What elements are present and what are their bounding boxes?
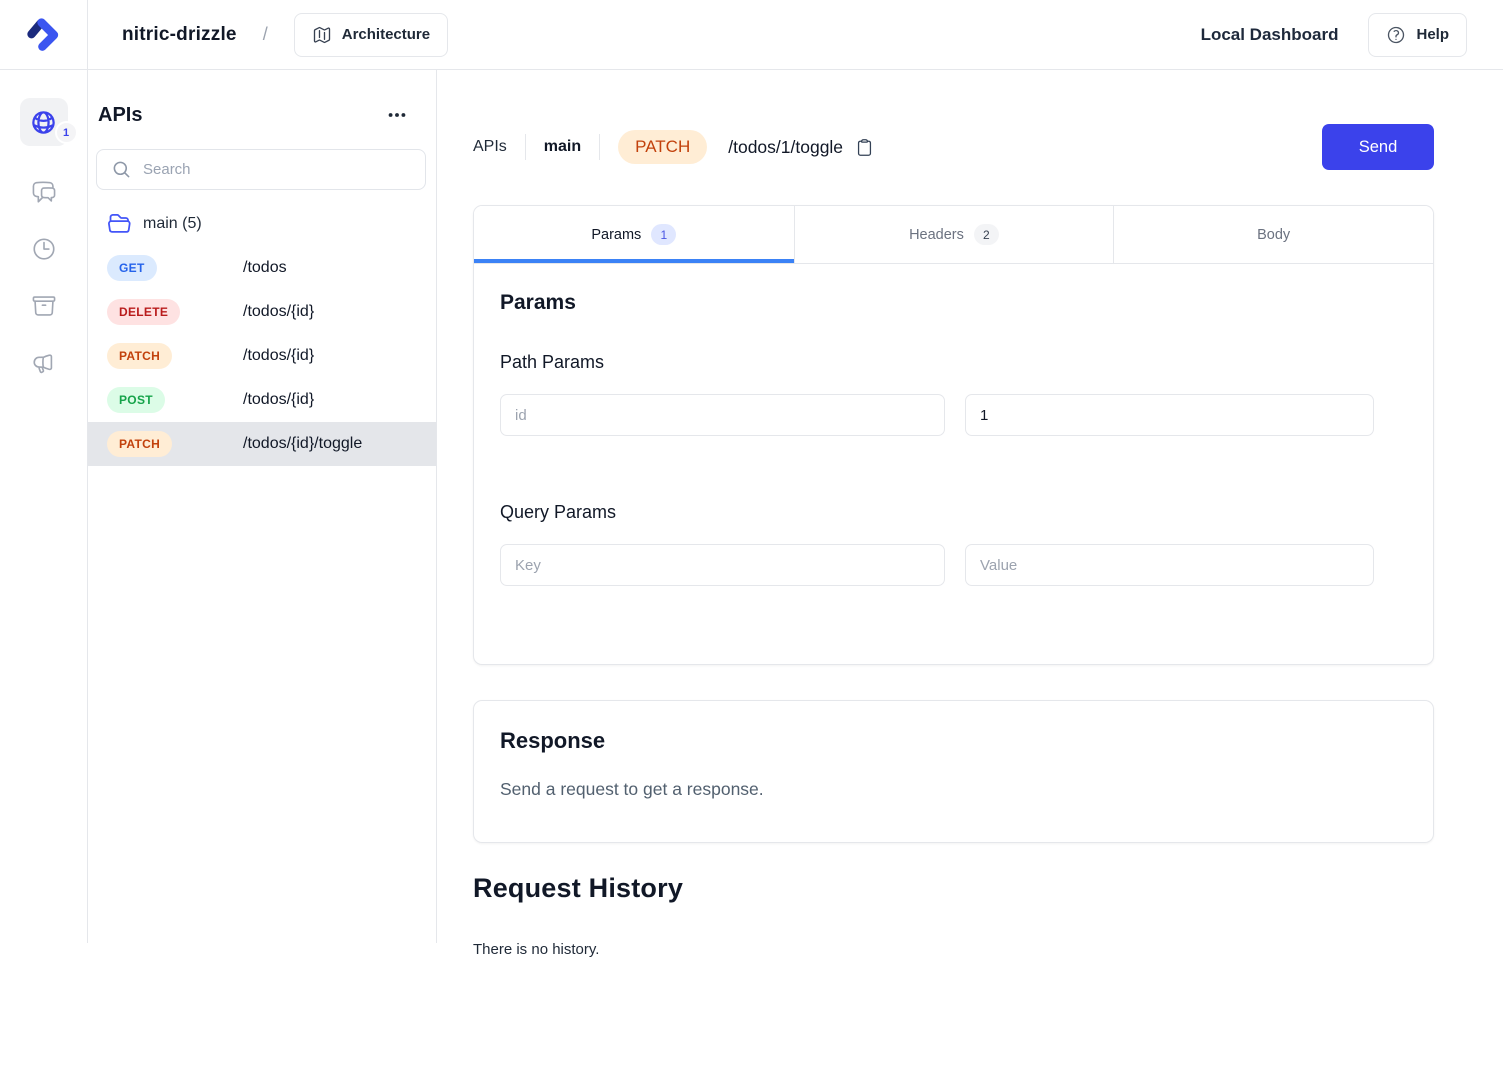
route-item[interactable]: DELETE /todos/{id} [88, 290, 436, 334]
response-card: Response Send a request to get a respons… [473, 700, 1434, 843]
architecture-label: Architecture [342, 26, 430, 43]
tab-headers[interactable]: Headers 2 [794, 206, 1114, 263]
chat-bubbles-icon [31, 179, 57, 205]
help-button[interactable]: Help [1368, 13, 1467, 57]
route-path: /todos/{id} [243, 303, 314, 321]
clock-icon [31, 236, 57, 262]
route-item[interactable]: PATCH /todos/{id} [88, 334, 436, 378]
rail-item-schedules[interactable] [20, 225, 68, 273]
nitric-logo-icon [24, 15, 64, 55]
method-badge: POST [107, 387, 165, 413]
api-folder-main[interactable]: main (5) [88, 207, 436, 246]
rail-item-chat[interactable] [20, 168, 68, 216]
params-count-badge: 1 [651, 224, 676, 245]
breadcrumb-api-name: main [544, 138, 581, 156]
divider [525, 134, 526, 160]
path-params-title: Path Params [500, 352, 1407, 373]
params-section-title: Params [500, 291, 1407, 315]
local-dashboard-title: Local Dashboard [1201, 25, 1339, 45]
route-item[interactable]: GET /todos [88, 246, 436, 290]
clipboard-icon [855, 137, 874, 158]
route-item-selected[interactable]: PATCH /todos/{id}/toggle [88, 422, 436, 466]
folder-label: main (5) [143, 215, 202, 233]
query-params-title: Query Params [500, 502, 1407, 523]
method-badge: PATCH [107, 431, 172, 457]
rail-item-apis[interactable]: 1 [20, 98, 68, 146]
apis-sidebar: APIs main (5) GET [88, 70, 437, 943]
path-param-value-input[interactable] [965, 394, 1374, 436]
request-method-badge: PATCH [618, 130, 707, 164]
request-bar: APIs main PATCH /todos/1/toggle Send [473, 124, 1434, 170]
history-empty-message: There is no history. [473, 941, 1434, 958]
divider [599, 134, 600, 160]
query-param-key-input[interactable] [500, 544, 945, 586]
rail-item-topics[interactable] [20, 339, 68, 387]
route-item[interactable]: POST /todos/{id} [88, 378, 436, 422]
help-label: Help [1416, 26, 1449, 43]
send-button[interactable]: Send [1322, 124, 1434, 170]
breadcrumb-apis: APIs [473, 138, 507, 156]
top-header: nitric-drizzle / Architecture Local Dash… [0, 0, 1503, 70]
query-param-value-input[interactable] [965, 544, 1374, 586]
copy-path-button[interactable] [853, 135, 876, 160]
map-icon [312, 25, 332, 45]
response-empty-message: Send a request to get a response. [500, 779, 1407, 800]
megaphone-icon [31, 350, 57, 376]
tab-params[interactable]: Params 1 [474, 206, 794, 263]
architecture-button[interactable]: Architecture [294, 13, 448, 57]
route-path: /todos/{id} [243, 391, 314, 409]
method-badge: DELETE [107, 299, 180, 325]
tab-bar: Params 1 Headers 2 Body [474, 206, 1433, 264]
ellipsis-icon [386, 104, 408, 126]
globe-icon [30, 109, 57, 136]
request-config-card: Params 1 Headers 2 Body Params Path Para… [473, 205, 1434, 665]
request-path: /todos/1/toggle [728, 137, 843, 158]
breadcrumb-separator: / [263, 24, 268, 45]
question-mark-icon [1386, 25, 1406, 45]
main-content: APIs main PATCH /todos/1/toggle Send Par… [437, 70, 1503, 958]
route-path: /todos/{id}/toggle [243, 435, 362, 453]
headers-count-badge: 2 [974, 224, 999, 245]
project-name: nitric-drizzle [122, 24, 237, 46]
tab-body[interactable]: Body [1113, 206, 1433, 263]
apis-count-badge: 1 [55, 121, 78, 144]
query-params-row [500, 544, 1407, 586]
search-icon [112, 160, 131, 179]
method-badge: GET [107, 255, 157, 281]
nitric-logo[interactable] [0, 0, 88, 69]
route-path: /todos/{id} [243, 347, 314, 365]
route-path: /todos [243, 259, 287, 277]
path-param-key-input[interactable] [500, 394, 945, 436]
request-history-title: Request History [473, 873, 1434, 904]
search-input[interactable] [96, 149, 426, 190]
icon-rail: 1 [0, 70, 88, 943]
apis-menu-button[interactable] [382, 100, 412, 130]
apis-panel-title: APIs [98, 104, 142, 127]
rail-item-storage[interactable] [20, 282, 68, 330]
path-params-row [500, 394, 1407, 436]
storage-box-icon [31, 293, 57, 319]
folder-open-icon [107, 211, 132, 236]
response-title: Response [500, 728, 1407, 754]
method-badge: PATCH [107, 343, 172, 369]
